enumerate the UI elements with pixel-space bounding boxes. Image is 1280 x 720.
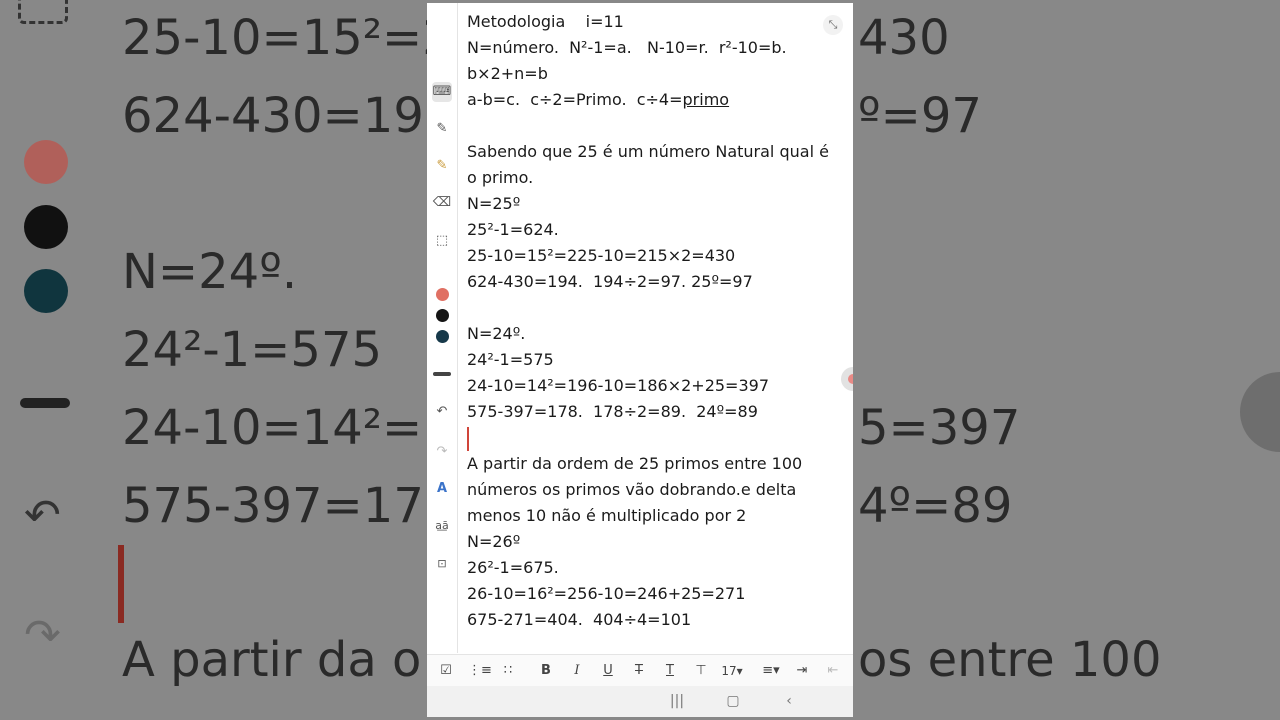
eraser-icon[interactable]: ⌫ bbox=[432, 193, 452, 213]
pen-color-black[interactable] bbox=[436, 309, 449, 322]
redo-icon[interactable]: ↷ bbox=[432, 442, 452, 462]
highlighter-icon[interactable]: ✎ bbox=[432, 156, 452, 176]
note-line: 575-397=178. 178÷2=89. 24º=89 bbox=[467, 402, 758, 421]
phone-screen: ⌨ ✎ ✎ ⌫ ⬚ ↶ ↷ A a͟ā ⊡ ⤡ Metodologia i=11… bbox=[427, 3, 853, 717]
bg-stroke-icon bbox=[20, 398, 70, 408]
note-line: 25²-1=624. bbox=[467, 220, 559, 239]
note-title: Metodologia i=11 bbox=[467, 12, 624, 31]
home-icon[interactable]: ▢ bbox=[723, 691, 743, 711]
bg-color-dot bbox=[24, 269, 68, 313]
bg-redo-icon: ↷ bbox=[24, 610, 61, 661]
bg-color-dot bbox=[24, 140, 68, 184]
handwriting-icon[interactable]: A bbox=[432, 479, 452, 499]
note-paragraph: Sabendo que 25 é um número Natural qual … bbox=[467, 142, 829, 187]
bg-line: 24²-1=575 bbox=[122, 322, 383, 378]
keyboard-icon[interactable]: ⌨ bbox=[432, 82, 452, 102]
bold-button[interactable]: B bbox=[538, 661, 554, 681]
bg-fragment: º=97 bbox=[858, 88, 982, 144]
note-blank-line bbox=[467, 113, 843, 139]
note-line: a-b=c. c÷2=Primo. c÷4=primo bbox=[467, 87, 843, 113]
bg-color-dot bbox=[24, 205, 68, 249]
note-line: 26-10=16²=256-10=246+25=271 bbox=[467, 584, 746, 603]
note-line: 26²-1=675. bbox=[467, 558, 559, 577]
indent-icon[interactable]: ⇥ bbox=[793, 661, 811, 681]
lasso-select-icon[interactable]: ⬚ bbox=[432, 231, 452, 251]
bg-lasso-icon bbox=[18, 0, 68, 24]
note-line: 624-430=194. 194÷2=97. 25º=97 bbox=[467, 272, 753, 291]
align-icon[interactable]: ≡▾ bbox=[761, 661, 781, 681]
note-line: N=número. N²-1=a. N-10=r. r²-10=b. bbox=[467, 38, 787, 57]
text-color-icon[interactable]: T bbox=[662, 661, 678, 681]
system-navbar: ||| ▢ ‹ bbox=[427, 686, 853, 717]
bg-line: 24-10=14²=1 bbox=[122, 400, 453, 456]
bg-line: N=24º. bbox=[122, 244, 298, 300]
bg-fragment: os entre 100 bbox=[858, 632, 1162, 688]
checkbox-icon[interactable]: ☑ bbox=[437, 661, 455, 681]
lock-icon[interactable]: ⊡ bbox=[432, 554, 452, 574]
bg-fragment: 430 bbox=[858, 10, 950, 66]
strikethrough-icon[interactable]: T bbox=[631, 661, 647, 681]
bg-cursor bbox=[118, 545, 124, 623]
note-line: N=26º bbox=[467, 532, 521, 551]
note-line: b×2+n=b bbox=[467, 64, 548, 83]
bg-line: 624-430=19 bbox=[122, 88, 424, 144]
underline-button[interactable]: U bbox=[600, 661, 616, 681]
note-line: 24²-1=575 bbox=[467, 350, 554, 369]
note-blank-line bbox=[467, 295, 843, 321]
text-cursor-line bbox=[467, 425, 843, 451]
note-line-underlined: primo bbox=[682, 90, 730, 109]
bg-line: 575-397=17 bbox=[122, 478, 424, 534]
bg-fragment: 4º=89 bbox=[858, 478, 1013, 534]
note-line: N=24º. bbox=[467, 324, 526, 343]
note-line: N=25º bbox=[467, 194, 521, 213]
note-paragraph: A partir da ordem de 25 primos entre 100… bbox=[467, 454, 803, 525]
pen-color-teal[interactable] bbox=[436, 330, 449, 343]
format-toolbar: ☑ ⋮≡ ∷ B I U T T ⊤ 17▾ ≡▾ ⇥ ⇤ bbox=[427, 654, 853, 687]
note-line: 675-271=404. 404÷4=101 bbox=[467, 610, 692, 629]
stroke-width-icon[interactable] bbox=[433, 372, 451, 376]
outdent-icon[interactable]: ⇤ bbox=[824, 661, 842, 681]
text-convert-icon[interactable]: a͟ā bbox=[432, 516, 452, 536]
back-icon[interactable]: ‹ bbox=[779, 691, 799, 711]
pen-color-red[interactable] bbox=[436, 288, 449, 301]
bg-undo-icon: ↶ bbox=[24, 490, 61, 541]
bg-scroll-handle bbox=[1240, 372, 1280, 452]
text-box-icon[interactable]: ⊤ bbox=[693, 661, 709, 681]
bg-line: A partir da o bbox=[122, 632, 422, 688]
italic-button[interactable]: I bbox=[569, 661, 585, 681]
numbered-list-icon[interactable]: ⋮≡ bbox=[468, 661, 492, 681]
pen-toolbar: ⌨ ✎ ✎ ⌫ ⬚ ↶ ↷ A a͟ā ⊡ bbox=[427, 3, 458, 653]
bg-line: 25-10=15²=2 bbox=[122, 10, 453, 66]
bg-fragment: 5=397 bbox=[858, 400, 1021, 456]
text-cursor bbox=[467, 426, 469, 451]
undo-icon[interactable]: ↶ bbox=[432, 402, 452, 422]
note-body[interactable]: Metodologia i=11 N=número. N²-1=a. N-10=… bbox=[467, 9, 843, 633]
note-line: 25-10=15²=225-10=215×2=430 bbox=[467, 246, 736, 265]
note-line-part: a-b=c. c÷2=Primo. c÷4= bbox=[467, 90, 683, 109]
recent-apps-icon[interactable]: ||| bbox=[667, 691, 687, 711]
pen-icon[interactable]: ✎ bbox=[432, 119, 452, 139]
note-line: 24-10=14²=196-10=186×2+25=397 bbox=[467, 376, 769, 395]
bullet-list-icon[interactable]: ∷ bbox=[499, 661, 517, 681]
font-size-dropdown[interactable]: 17▾ bbox=[719, 661, 745, 681]
